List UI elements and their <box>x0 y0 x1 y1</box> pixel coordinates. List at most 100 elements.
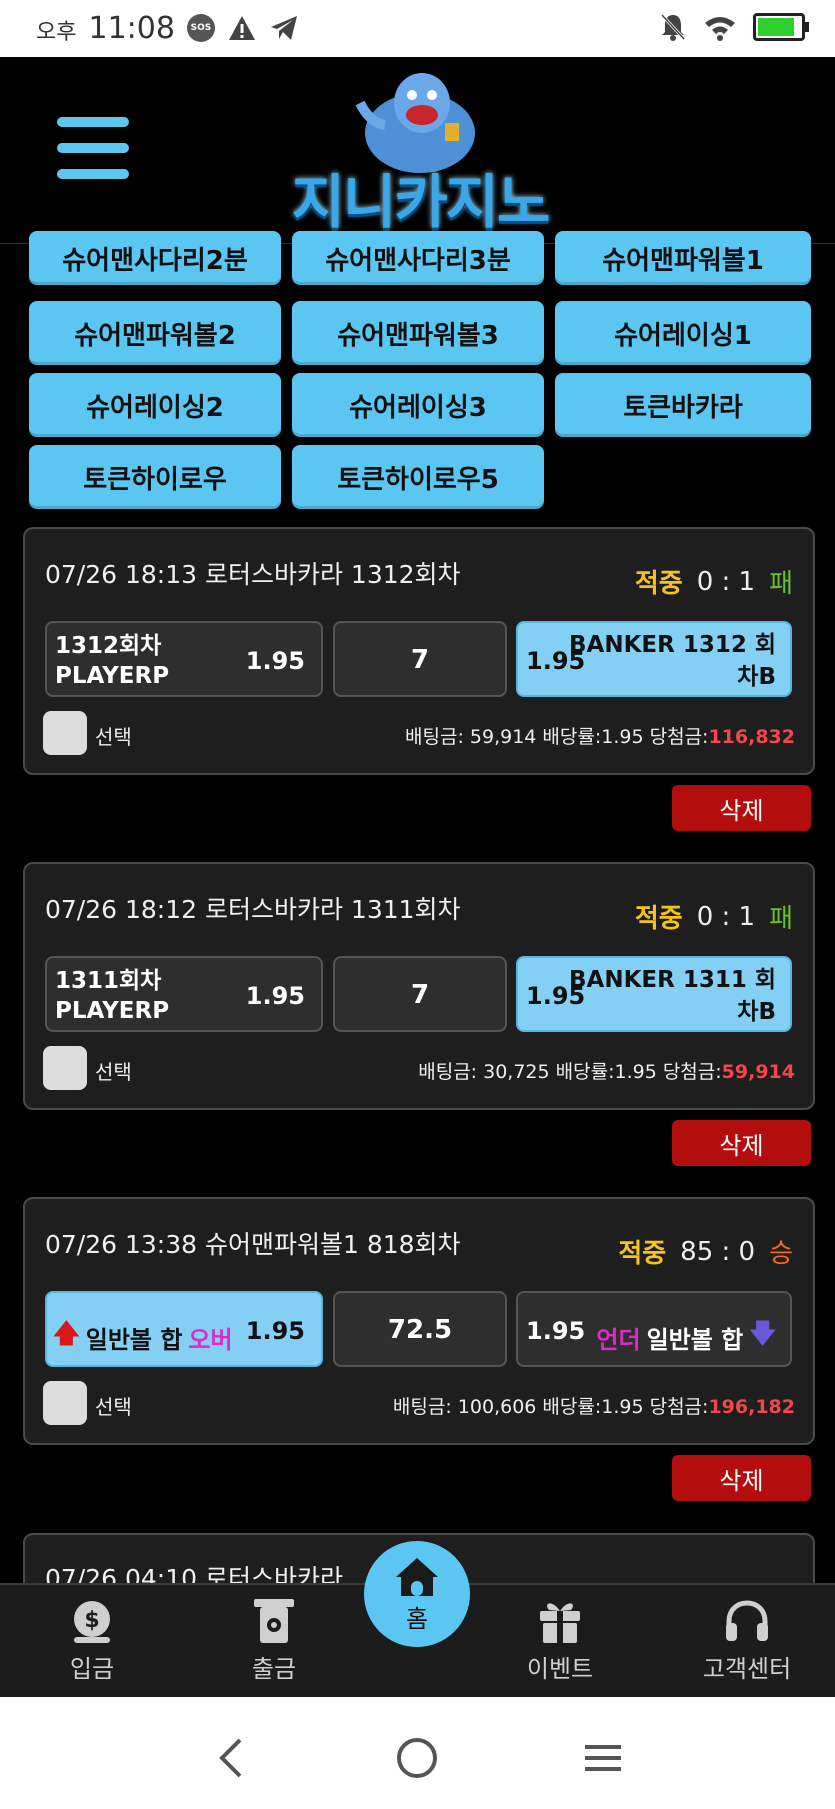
arrow-down-icon: 🡇 <box>749 1319 776 1349</box>
game-button[interactable]: 슈어레이싱2 <box>29 373 281 437</box>
bet-card: 07/26 18:13 로터스바카라 1312회차 적중 0 : 1 패 131… <box>23 527 815 775</box>
nav-home[interactable]: 홈 <box>364 1541 470 1647</box>
nav-label: 이벤트 <box>526 1655 594 1683</box>
bet-text: 배팅금: 100,606 배당률:1.95 당첨금: <box>392 1396 709 1418</box>
nav-label: 출금 <box>251 1655 297 1683</box>
app-header: 지니카지노 <box>0 57 835 244</box>
nav-label: 고객센터 <box>702 1655 792 1683</box>
wifi-icon <box>705 17 735 41</box>
bet-info: 배팅금: 59,914 배당률:1.95 당첨금:116,832 <box>405 722 795 749</box>
battery-icon <box>753 13 809 41</box>
status-left: 오후 11:08 SOS <box>36 10 299 46</box>
line-option[interactable]: 72.5 <box>333 1291 507 1367</box>
under-label: 언더 일반볼 합 🡇 <box>596 1315 776 1359</box>
nav-event[interactable]: 이벤트 <box>500 1593 620 1684</box>
nav-withdraw[interactable]: 출금 <box>214 1593 334 1684</box>
option-label-highlight: 언더 <box>596 1325 641 1354</box>
option-label-highlight: 오버 <box>188 1325 233 1354</box>
option-odds: 1.95 <box>526 1317 586 1345</box>
home-circle-icon[interactable] <box>392 1733 442 1783</box>
outcome-label: 패 <box>769 904 793 934</box>
status-right <box>659 12 809 42</box>
status-bar: 오후 11:08 SOS <box>0 0 835 57</box>
status-time: 11:08 <box>88 10 175 46</box>
nav-label: 입금 <box>69 1655 115 1683</box>
delete-button[interactable]: 삭제 <box>672 785 811 831</box>
bet-card: 07/26 18:12 로터스바카라 1311회차 적중 0 : 1 패 131… <box>23 862 815 1110</box>
handicap-value: 7 <box>410 980 430 1010</box>
player-option[interactable]: 1312회차 PLAYERP 1.95 <box>45 621 323 697</box>
player-option[interactable]: 1311회차 PLAYERP 1.95 <box>45 956 323 1032</box>
delete-button[interactable]: 삭제 <box>672 1120 811 1166</box>
select-checkbox[interactable] <box>43 1046 87 1090</box>
recents-icon[interactable] <box>578 1733 628 1783</box>
option-label: BANKER 1312 회차B <box>568 632 776 690</box>
hit-label: 적중 <box>634 569 683 599</box>
select-checkbox[interactable] <box>43 1381 87 1425</box>
over-option[interactable]: 🡅 일반볼 합 오버 1.95 <box>45 1291 323 1367</box>
option-odds: 1.95 <box>245 982 305 1010</box>
gift-icon <box>540 1603 580 1643</box>
under-option[interactable]: 1.95 언더 일반볼 합 🡇 <box>516 1291 792 1367</box>
banker-option[interactable]: 1.95 BANKER 1311 회차B <box>516 956 792 1032</box>
mute-bell-icon <box>660 13 686 41</box>
nav-label: 홈 <box>405 1604 429 1633</box>
back-icon[interactable] <box>206 1733 256 1783</box>
game-button[interactable]: 토큰하이로우 <box>29 445 281 509</box>
bet-title: 07/26 18:13 로터스바카라 1312회차 <box>45 560 461 589</box>
sos-icon: SOS <box>186 14 215 42</box>
over-label: 🡅 일반볼 합 오버 <box>53 1315 233 1359</box>
option-label: 1311회차 PLAYERP <box>55 968 170 1024</box>
win-amount: 116,832 <box>708 726 795 748</box>
outcome-label: 패 <box>769 569 793 599</box>
hit-label: 적중 <box>634 904 683 934</box>
nav-deposit[interactable]: $ 입금 <box>32 1593 152 1684</box>
bet-text: 배팅금: 30,725 배당률:1.95 당첨금: <box>418 1061 722 1083</box>
game-button[interactable]: 슈어맨사다리3분 <box>292 231 544 285</box>
handicap-option[interactable]: 7 <box>333 956 507 1032</box>
bet-result: 적중 0 : 1 패 <box>635 563 793 600</box>
option-label: 1312회차 PLAYERP <box>55 633 170 689</box>
score: 0 : 1 <box>696 566 756 597</box>
bet-result: 적중 0 : 1 패 <box>635 898 793 935</box>
win-amount: 196,182 <box>708 1396 795 1418</box>
bet-text: 배팅금: 59,914 배당률:1.95 당첨금: <box>405 726 709 748</box>
menu-icon[interactable] <box>57 117 129 179</box>
game-button[interactable]: 토큰하이로우5 <box>292 445 544 509</box>
bet-title: 07/26 13:38 슈어맨파워볼1 818회차 <box>45 1230 461 1259</box>
game-button[interactable]: 슈어레이싱3 <box>292 373 544 437</box>
home-icon <box>396 1557 438 1596</box>
logo-text: 지니카지노 <box>291 168 551 236</box>
system-nav-bar <box>0 1697 835 1809</box>
bet-info: 배팅금: 100,606 배당률:1.95 당첨금:196,182 <box>393 1392 795 1419</box>
game-button[interactable]: 토큰바카라 <box>555 373 811 437</box>
bet-title: 07/26 18:12 로터스바카라 1311회차 <box>45 895 461 924</box>
game-button[interactable]: 슈어맨파워볼1 <box>555 231 811 285</box>
bet-card: 07/26 13:38 슈어맨파워볼1 818회차 적중 85 : 0 승 🡅 … <box>23 1197 815 1445</box>
game-button[interactable]: 슈어맨사다리2분 <box>29 231 281 285</box>
select-checkbox[interactable] <box>43 711 87 755</box>
option-label: BANKER 1311 회차B <box>568 967 776 1025</box>
score: 0 : 1 <box>696 901 756 932</box>
money-bag-icon: $ <box>74 1601 110 1643</box>
select-label: 선택 <box>95 1060 132 1084</box>
game-button[interactable]: 슈어레이싱1 <box>555 301 811 365</box>
banker-option[interactable]: 1.95 BANKER 1312 회차B <box>516 621 792 697</box>
logo[interactable]: 지니카지노 <box>270 63 570 239</box>
delete-button[interactable]: 삭제 <box>672 1455 811 1501</box>
handicap-value: 7 <box>410 645 430 675</box>
svg-text:$: $ <box>84 1608 99 1633</box>
option-odds: 1.95 <box>245 647 305 675</box>
bet-result: 적중 85 : 0 승 <box>618 1233 793 1270</box>
bottom-nav: $ 입금 출금 홈 이벤트 고객센터 <box>0 1541 835 1699</box>
nav-support[interactable]: 고객센터 <box>682 1593 812 1684</box>
select-label: 선택 <box>95 725 132 749</box>
option-odds: 1.95 <box>245 1317 305 1345</box>
handicap-option[interactable]: 7 <box>333 621 507 697</box>
bet-info: 배팅금: 30,725 배당률:1.95 당첨금:59,914 <box>418 1057 795 1084</box>
telegram-icon <box>270 16 297 40</box>
select-label: 선택 <box>95 1395 132 1419</box>
atm-icon <box>254 1599 294 1643</box>
game-button[interactable]: 슈어맨파워볼2 <box>29 301 281 365</box>
game-button[interactable]: 슈어맨파워볼3 <box>292 301 544 365</box>
